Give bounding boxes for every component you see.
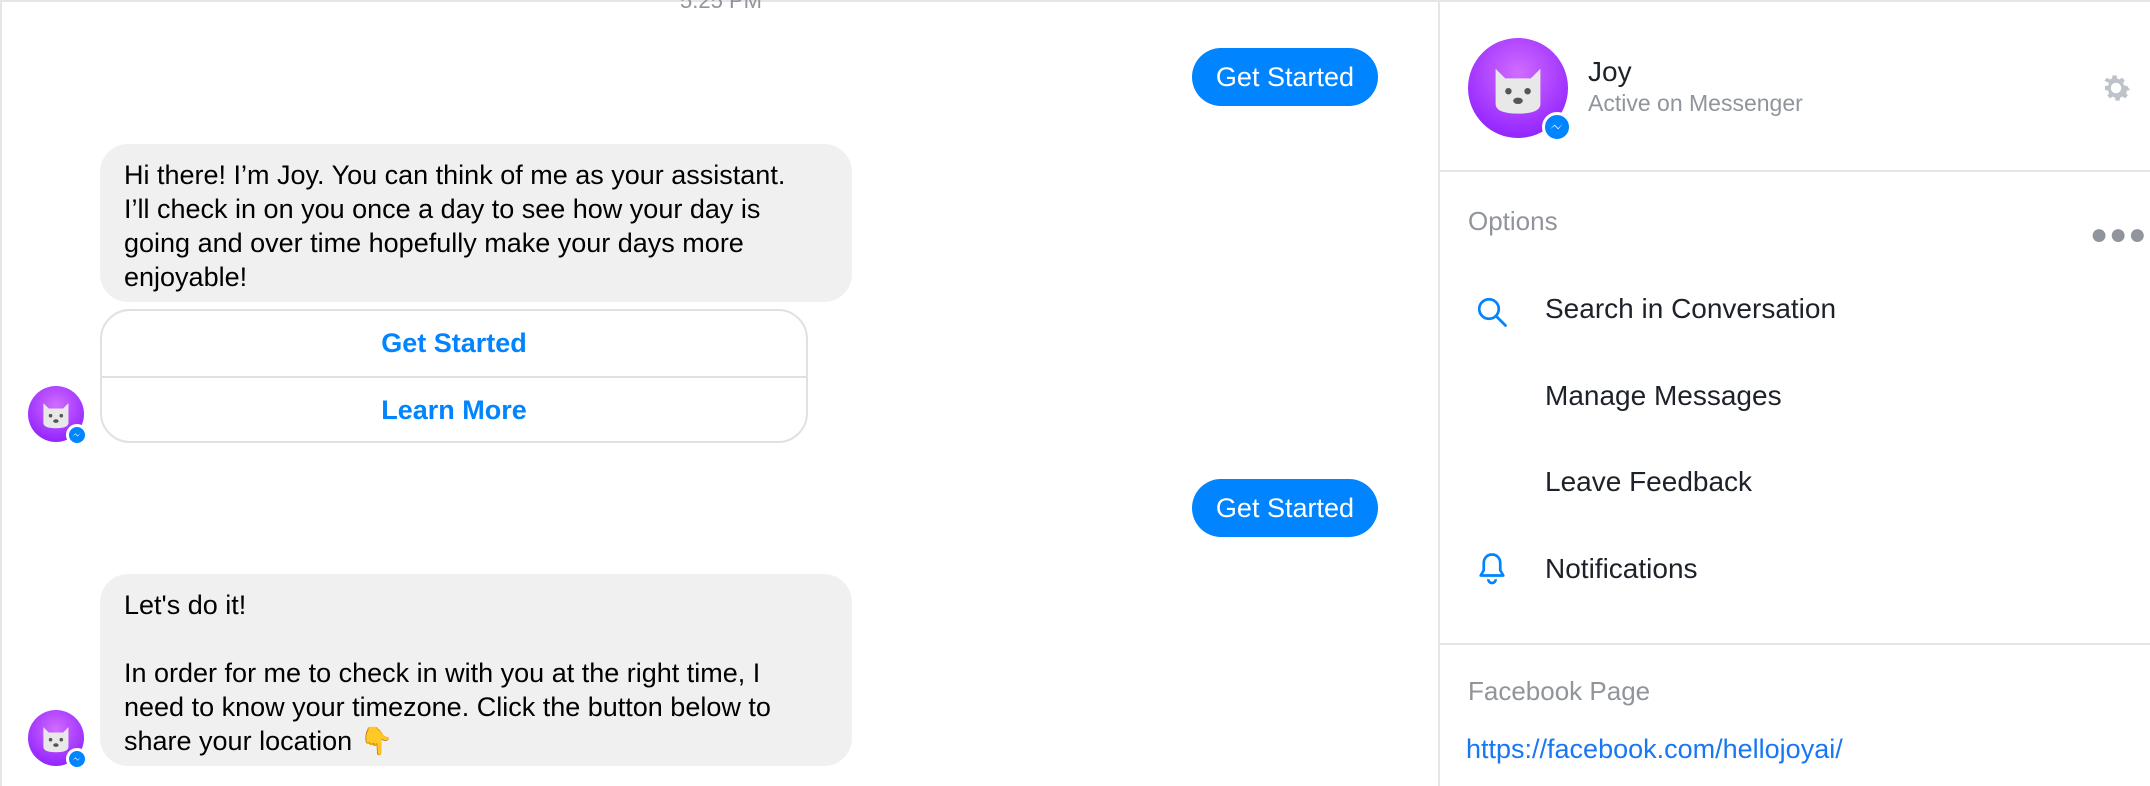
facebook-page-link[interactable]: https://facebook.com/hellojoyai/ (1466, 734, 1843, 765)
profile-name: Joy (1588, 56, 1632, 87)
divider (1440, 643, 2150, 645)
more-options-icon[interactable]: ●●● (2090, 218, 2147, 252)
avatar (28, 710, 88, 770)
learn-more-button[interactable]: Learn More (102, 376, 806, 441)
facebook-page-title: Facebook Page (1468, 676, 1651, 706)
conversation-pane: 5:25 PM Get Started Hi there! I’m Joy. Y… (0, 0, 1438, 786)
search-icon (1477, 297, 1507, 327)
manage-messages[interactable]: Manage Messages (1545, 380, 1782, 412)
notifications[interactable]: Notifications (1545, 553, 1698, 585)
bell-icon (1479, 553, 1505, 585)
messenger-badge-icon (1542, 112, 1572, 142)
options-title: Options (1468, 206, 1558, 236)
leave-feedback[interactable]: Leave Feedback (1545, 466, 1752, 498)
divider (1440, 170, 2150, 172)
profile-avatar (1468, 38, 1572, 142)
profile-status: Active on Messenger (1588, 90, 1803, 116)
outgoing-message-get-started: Get Started (1191, 48, 1378, 106)
outgoing-message-get-started-2: Get Started (1191, 479, 1378, 537)
quick-replies: Get Started Learn More (100, 309, 808, 443)
avatar (28, 386, 88, 446)
search-in-conversation[interactable]: Search in Conversation (1545, 293, 1836, 325)
incoming-message-intro: Hi there! I’m Joy. You can think of me a… (100, 144, 852, 302)
bot-face-icon (1495, 68, 1541, 114)
get-started-button[interactable]: Get Started (102, 311, 806, 376)
messenger-badge-icon (66, 424, 88, 446)
message-timestamp: 5:25 PM (680, 0, 762, 13)
gear-icon[interactable] (2098, 70, 2134, 106)
incoming-message-timezone: Let's do it! In order for me to check in… (100, 574, 852, 766)
messenger-badge-icon (66, 748, 88, 770)
